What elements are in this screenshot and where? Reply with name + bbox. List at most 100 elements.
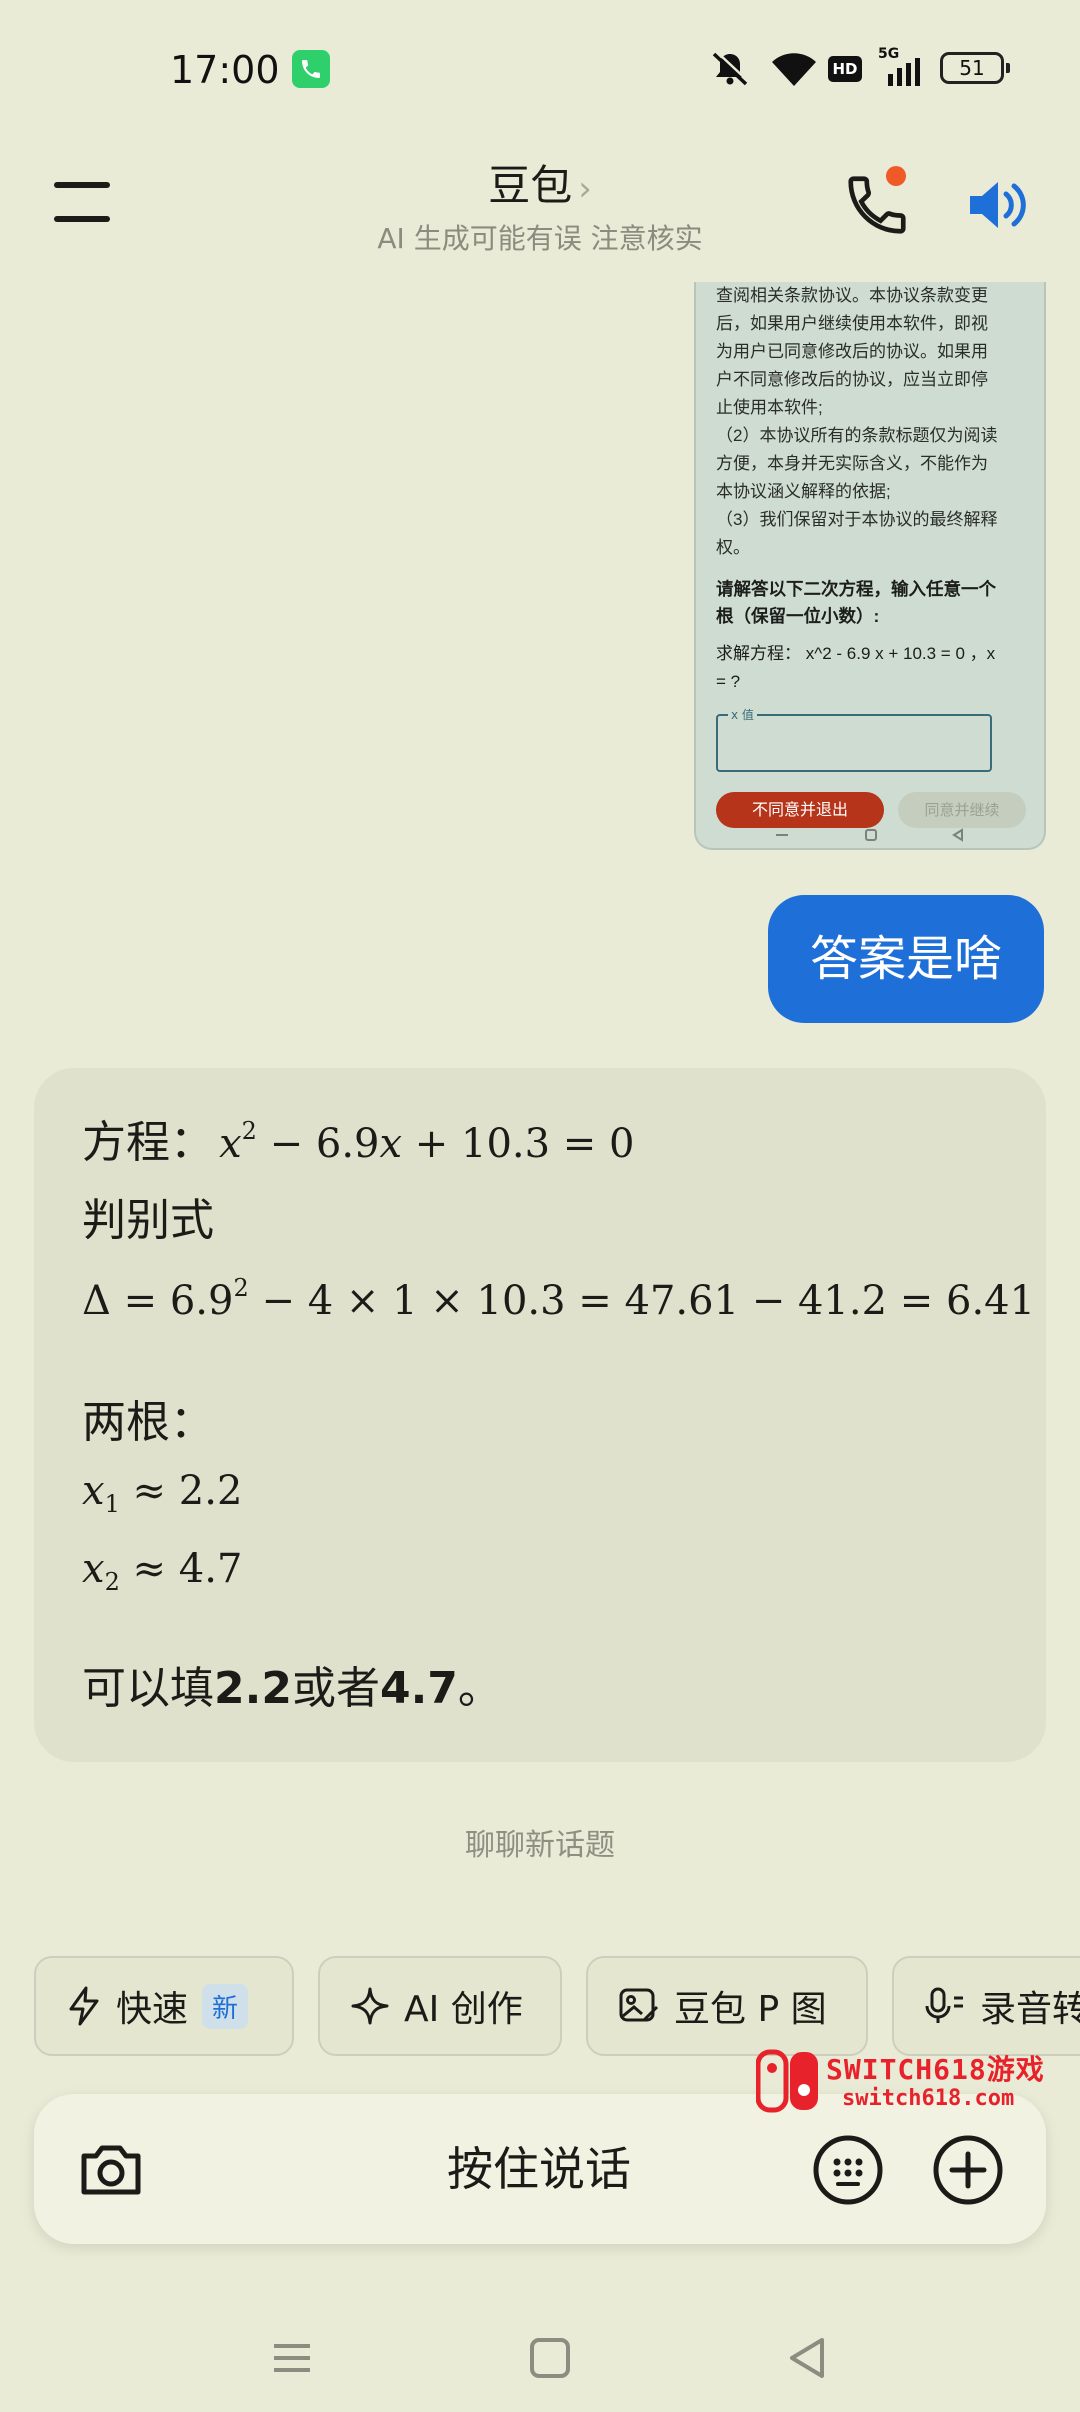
screenshot-nav-icons: [776, 828, 963, 842]
clause-line: 户不同意修改后的协议，应当立即停: [716, 370, 988, 389]
chevron-right-icon: ›: [578, 169, 592, 209]
question-equation: 求解方程： x^2 - 6.9 x + 10.3 = 0 ，x: [716, 644, 996, 663]
clause-line: 为用户已同意修改后的协议。如果用: [716, 342, 988, 361]
conclusion-prefix: 可以填: [82, 1663, 214, 1714]
conclusion-suffix: 。: [457, 1663, 502, 1714]
coef-b: 6.9: [169, 1278, 234, 1324]
coef-b: 6.9: [315, 1121, 380, 1167]
chip-ai-create[interactable]: AI 创作: [318, 1956, 562, 2056]
clause-line: 权。: [716, 538, 750, 557]
home-button[interactable]: [520, 2328, 580, 2388]
menu-icon-bar: [54, 216, 110, 222]
clause-line: 本协议涵义解释的依据;: [716, 482, 891, 501]
chip-label: 快速: [116, 1989, 189, 2030]
question-prompt: 根（保留一位小数）:: [716, 606, 880, 626]
four-ac: 41.2: [797, 1278, 888, 1324]
new-topic-button[interactable]: 聊聊新话题: [0, 1820, 1080, 1864]
root-2-value: 4.7: [178, 1546, 243, 1592]
answer-field: x 值: [716, 706, 992, 772]
ai-answer-message[interactable]: 方程： x2 − 6.9x + 10.3 = 0 判别式 Δ = 6.92 − …: [34, 1068, 1046, 1762]
camera-button[interactable]: [76, 2134, 146, 2204]
equation-label: 方程：: [82, 1117, 214, 1168]
question-prompt: 请解答以下二次方程，输入任意一个: [716, 579, 996, 599]
call-indicator-icon: [292, 50, 330, 88]
recents-icon: [274, 2344, 310, 2372]
chip-label: 录音转: [980, 1989, 1080, 2030]
chat-title[interactable]: 豆包 › AI 生成可能有误 注意核实: [300, 152, 780, 257]
screenshot-content: 查阅相关条款协议。本协议条款变更 后，如果用户继续使用本软件，即视 为用户已同意…: [716, 282, 1030, 696]
recents-button[interactable]: [262, 2328, 322, 2388]
keyboard-button[interactable]: [812, 2134, 884, 2206]
clause-line: （3）我们保留对于本协议的最终解释: [716, 510, 998, 529]
camera-icon: [81, 2145, 141, 2195]
equation-line: 方程： x2 − 6.9x + 10.3 = 0: [82, 1106, 635, 1170]
screenshot-message[interactable]: 查阅相关条款协议。本协议条款变更 后，如果用户继续使用本软件，即视 为用户已同意…: [694, 282, 1046, 850]
signal-icon: [888, 58, 920, 86]
coef-c: 10.3: [461, 1121, 551, 1167]
sparkle-icon: [351, 1987, 389, 2025]
conclusion-value-2: 4.7: [379, 1663, 458, 1714]
plus-button[interactable]: [932, 2134, 1004, 2206]
app-title: 豆包: [488, 161, 573, 210]
speaker-button[interactable]: [964, 170, 1034, 240]
chip-image-edit[interactable]: 豆包 P 图: [586, 1956, 868, 2056]
hold-to-talk-button[interactable]: 按住说话: [284, 2094, 794, 2244]
question-equation: = ?: [716, 672, 741, 691]
switch-logo-icon: [756, 2049, 818, 2113]
battery-icon: 51: [940, 52, 1010, 84]
chip-label: 豆包 P 图: [674, 1989, 827, 2030]
clause-line: 止使用本软件;: [716, 398, 823, 417]
wifi-icon: [772, 53, 816, 86]
answer-field-label: x 值: [728, 706, 757, 723]
coef-c: 10.3: [476, 1278, 566, 1324]
home-icon: [530, 2338, 570, 2378]
menu-icon: [54, 182, 110, 188]
back-button[interactable]: [778, 2328, 838, 2388]
decline-button: 不同意并退出: [716, 792, 884, 828]
conclusion-value-1: 2.2: [214, 1663, 292, 1714]
speaker-icon: [970, 182, 1026, 228]
keyboard-icon: [813, 2135, 883, 2205]
mic-icon: [925, 1987, 963, 2023]
roots-label: 两根：: [82, 1397, 214, 1448]
status-icons: HD 5G 51: [708, 46, 1010, 88]
menu-button[interactable]: [54, 180, 112, 224]
coef-a: 1: [392, 1278, 418, 1324]
discriminant-label: 判别式: [82, 1195, 214, 1246]
discriminant-formula: Δ = 6.92 − 4 × 1 × 10.3 = 47.61 − 41.2 =…: [82, 1274, 1036, 1324]
user-message-bubble[interactable]: 答案是啥: [768, 895, 1044, 1023]
discriminant-value: 6.41: [946, 1278, 1036, 1324]
watermark-line1: SWITCH618游戏: [826, 2053, 1045, 2086]
chip-recording[interactable]: 录音转: [892, 1956, 1080, 2056]
clause-line: 查阅相关条款协议。本协议条款变更: [716, 286, 988, 305]
root-1: x1 ≈ 2.2: [82, 1468, 243, 1518]
clause-line: （2）本协议所有的条款标题仅为阅读: [716, 426, 998, 445]
back-icon: [790, 2338, 824, 2378]
conclusion: 可以填2.2或者4.7。: [82, 1652, 502, 1716]
conclusion-middle: 或者: [291, 1663, 380, 1714]
chip-label: AI 创作: [404, 1989, 523, 2030]
image-edit-icon: [619, 1988, 659, 2022]
status-bar: 17:00 HD 5G 51: [0, 0, 1080, 140]
chip-quick[interactable]: 快速 新: [34, 1956, 294, 2056]
lightning-icon: [69, 1986, 99, 2026]
accept-button: 同意并继续: [898, 792, 1026, 828]
root-1-value: 2.2: [178, 1468, 243, 1514]
clause-line: 后，如果用户继续使用本软件，即视: [716, 314, 988, 333]
system-navigation: [0, 2300, 1080, 2412]
watermark-line2: switch618.com: [842, 2086, 1015, 2111]
mute-icon: [712, 51, 750, 86]
app-header: 豆包 › AI 生成可能有误 注意核实: [0, 140, 1080, 280]
watermark: SWITCH618游戏 switch618.com: [756, 2048, 1066, 2120]
clause-line: 方便，本身并无实际含义，不能作为: [716, 454, 988, 473]
status-time: 17:00: [170, 48, 280, 92]
equation-formula: x2 − 6.9x + 10.3 = 0: [219, 1117, 635, 1167]
quick-action-chips: 快速 新 AI 创作 豆包 P 图 录音转: [34, 1956, 1080, 2056]
new-badge: 新: [202, 1983, 249, 2029]
notification-dot: [886, 166, 906, 186]
root-2: x2 ≈ 4.7: [82, 1546, 243, 1596]
hd-badge: HD: [828, 56, 862, 82]
b-squared: 47.61: [624, 1278, 740, 1324]
app-subtitle: AI 生成可能有误 注意核实: [377, 222, 703, 255]
plus-icon: [933, 2135, 1003, 2205]
